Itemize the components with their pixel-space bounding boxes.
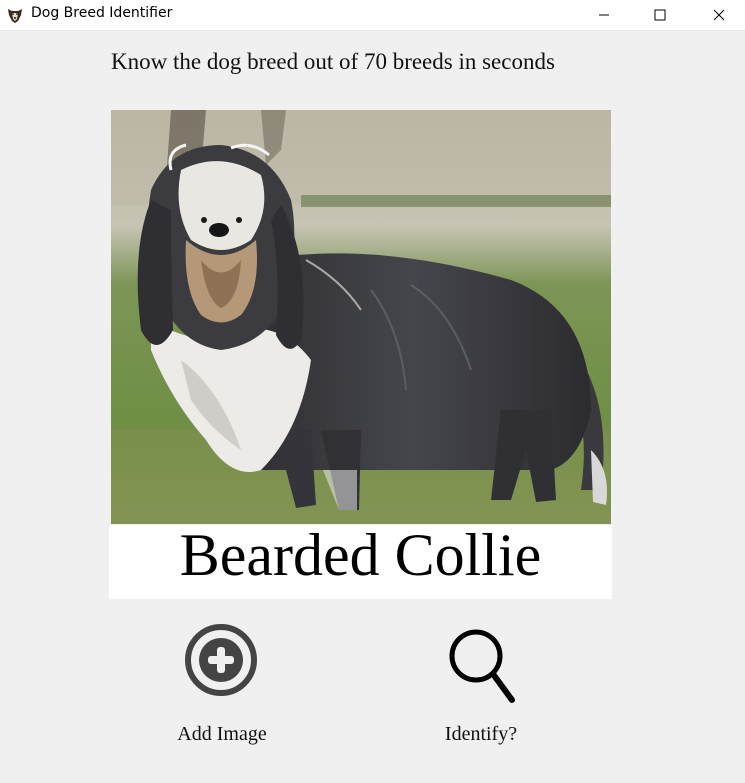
add-circle-icon[interactable] — [147, 618, 297, 704]
identify-label[interactable]: Identify? — [406, 723, 556, 746]
result-panel: Bearded Collie — [109, 522, 612, 599]
identify-button[interactable]: Identify? — [406, 618, 556, 768]
add-image-label[interactable]: Add Image — [147, 723, 297, 746]
breed-result: Bearded Collie — [179, 522, 542, 588]
maximize-icon — [654, 9, 666, 21]
close-icon — [713, 9, 725, 21]
search-icon[interactable] — [406, 618, 556, 704]
maximize-button[interactable] — [637, 0, 683, 30]
minimize-button[interactable] — [581, 0, 627, 30]
minimize-icon — [599, 14, 609, 16]
close-button[interactable] — [696, 0, 742, 30]
dog-head-icon — [6, 6, 24, 24]
add-image-button[interactable]: Add Image — [147, 618, 297, 768]
window-title: Dog Breed Identifier — [31, 5, 173, 21]
tagline: Know the dog breed out of 70 breeds in s… — [111, 49, 555, 74]
title-bar[interactable]: Dog Breed Identifier — [0, 0, 745, 31]
dog-photo — [111, 110, 611, 524]
